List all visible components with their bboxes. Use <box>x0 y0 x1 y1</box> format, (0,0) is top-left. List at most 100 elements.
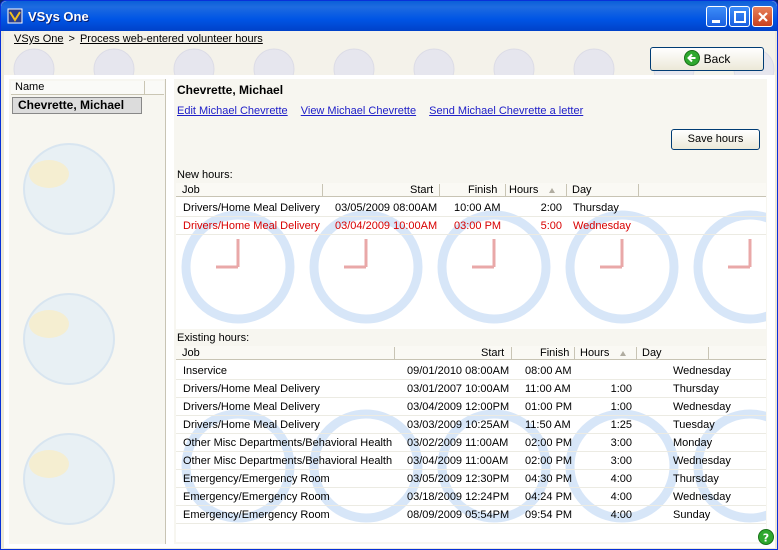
save-hours-button[interactable]: Save hours <box>671 129 760 150</box>
col-divider[interactable] <box>439 184 440 196</box>
maximize-icon <box>734 11 746 23</box>
cell-job: Drivers/Home Meal Delivery <box>183 401 320 413</box>
cell-finish: 11:50 AM <box>525 419 571 431</box>
col-hours[interactable]: Hours <box>580 347 609 359</box>
col-hours[interactable]: Hours <box>509 184 538 196</box>
cell-day: Sunday <box>673 509 711 521</box>
selected-volunteer-row[interactable]: Chevrette, Michael <box>12 97 142 114</box>
client-area: VSys One > Process web-entered volunteer h… <box>4 31 775 548</box>
col-divider[interactable] <box>638 184 639 196</box>
cell-day: Wednesday <box>673 455 731 467</box>
table-row[interactable]: Emergency/Emergency Room 03/18/2009 12:2… <box>176 488 766 506</box>
col-finish[interactable]: Finish <box>540 347 569 359</box>
cell-job: Inservice <box>183 365 228 377</box>
sort-ascending-icon <box>549 188 555 193</box>
cell-finish: 02:00 PM <box>525 455 573 467</box>
back-button-label: Back <box>703 52 731 66</box>
col-divider[interactable] <box>636 347 637 359</box>
name-column-header[interactable]: Name <box>11 81 144 95</box>
breadcrumb-home-link[interactable]: VSys One <box>14 33 64 45</box>
cell-finish: 04:24 PM <box>525 491 573 503</box>
cell-day: Wednesday <box>673 401 731 413</box>
cell-day: Wednesday <box>673 491 731 503</box>
cell-hours: 4:00 <box>610 473 632 485</box>
maximize-button[interactable] <box>729 6 750 27</box>
cell-day: Monday <box>673 437 713 449</box>
edit-volunteer-link[interactable]: Edit Michael Chevrette <box>177 105 288 117</box>
table-row[interactable]: Drivers/Home Meal Delivery 03/04/2009 10… <box>176 217 766 235</box>
cell-hours: 4:00 <box>610 509 632 521</box>
cell-hours: 5:00 <box>540 220 562 232</box>
cell-finish: 04:30 PM <box>525 473 573 485</box>
col-day[interactable]: Day <box>642 347 662 359</box>
svg-text:?: ? <box>763 532 769 545</box>
vsys-logo-icon <box>7 8 23 24</box>
col-start[interactable]: Start <box>481 347 504 359</box>
col-start[interactable]: Start <box>410 184 433 196</box>
table-row[interactable]: Other Misc Departments/Behavioral Health… <box>176 452 766 470</box>
new-hours-header: Job Start Finish Hours Day <box>176 183 766 197</box>
cell-start: 03/05/2009 08:00AM <box>335 202 438 214</box>
existing-hours-header: Job Start Finish Hours Day <box>176 346 766 360</box>
close-button[interactable] <box>752 6 773 27</box>
send-letter-link[interactable]: Send Michael Chevrette a letter <box>429 105 583 117</box>
col-divider[interactable] <box>394 347 395 359</box>
minimize-icon <box>712 20 720 23</box>
table-row[interactable]: Drivers/Home Meal Delivery 03/04/2009 12… <box>176 398 766 416</box>
table-row[interactable]: Drivers/Home Meal Delivery 03/01/2007 10… <box>176 380 766 398</box>
green-arrow-left-icon <box>683 50 700 66</box>
cell-hours: 2:00 <box>540 202 562 214</box>
cell-finish: 10:00 AM <box>454 202 501 214</box>
col-job[interactable]: Job <box>182 184 200 196</box>
cell-start: 08/09/2009 05:54PM <box>407 509 510 521</box>
globe-watermark <box>23 143 115 525</box>
col-divider[interactable] <box>574 347 575 359</box>
new-hours-grid: Job Start Finish Hours Day Drivers/Home … <box>176 183 766 329</box>
breadcrumb-current-link[interactable]: Process web-entered volunteer hours <box>80 33 263 45</box>
col-finish[interactable]: Finish <box>468 184 497 196</box>
cell-finish: 01:00 PM <box>525 401 573 413</box>
cell-job: Emergency/Emergency Room <box>183 509 330 521</box>
col-divider[interactable] <box>322 184 323 196</box>
cell-hours: 1:25 <box>610 419 632 431</box>
table-row[interactable]: Inservice 09/01/2010 08:00AM 08:00 AM We… <box>176 362 766 380</box>
cell-start: 09/01/2010 08:00AM <box>407 365 510 377</box>
col-divider[interactable] <box>566 184 567 196</box>
col-divider[interactable] <box>505 184 506 196</box>
person-title: Chevrette, Michael <box>177 83 284 97</box>
title-bar[interactable]: VSys One <box>1 1 777 31</box>
back-button[interactable]: Back <box>650 47 764 71</box>
detail-panel: Chevrette, Michael Edit Michael Chevrett… <box>174 79 767 544</box>
table-row[interactable]: Other Misc Departments/Behavioral Health… <box>176 434 766 452</box>
table-row[interactable]: Emergency/Emergency Room 08/09/2009 05:5… <box>176 506 766 524</box>
cell-start: 03/04/2009 11:00AM <box>407 455 509 467</box>
cell-hours: 3:00 <box>610 455 632 467</box>
cell-job: Drivers/Home Meal Delivery <box>183 419 320 431</box>
table-row[interactable]: Drivers/Home Meal Delivery 03/03/2009 10… <box>176 416 766 434</box>
cell-finish: 11:00 AM <box>525 383 571 395</box>
cell-finish: 08:00 AM <box>525 365 572 377</box>
cell-start: 03/03/2009 10:25AM <box>407 419 510 431</box>
help-icon[interactable]: ? <box>758 529 774 545</box>
col-divider[interactable] <box>708 347 709 359</box>
cell-job: Emergency/Emergency Room <box>183 473 330 485</box>
col-job[interactable]: Job <box>182 347 200 359</box>
existing-hours-label: Existing hours: <box>177 332 250 344</box>
col-divider[interactable] <box>511 347 512 359</box>
cell-day: Tuesday <box>673 419 715 431</box>
cell-job: Other Misc Departments/Behavioral Health <box>183 437 393 449</box>
col-day[interactable]: Day <box>572 184 592 196</box>
cell-day: Thursday <box>673 473 719 485</box>
cell-finish: 03:00 PM <box>454 220 502 232</box>
cell-start: 03/02/2009 11:00AM <box>407 437 509 449</box>
cell-job: Emergency/Emergency Room <box>183 491 330 503</box>
existing-hours-grid: Job Start Finish Hours Day Inservice 09/… <box>176 346 766 542</box>
sort-ascending-icon <box>620 351 626 356</box>
minimize-button[interactable] <box>706 6 727 27</box>
table-row[interactable]: Drivers/Home Meal Delivery 03/05/2009 08… <box>176 199 766 217</box>
cell-job: Drivers/Home Meal Delivery <box>183 383 320 395</box>
view-volunteer-link[interactable]: View Michael Chevrette <box>301 105 416 117</box>
table-row[interactable]: Emergency/Emergency Room 03/05/2009 12:3… <box>176 470 766 488</box>
cell-day: Wednesday <box>673 365 731 377</box>
cell-job: Other Misc Departments/Behavioral Health <box>183 455 393 467</box>
